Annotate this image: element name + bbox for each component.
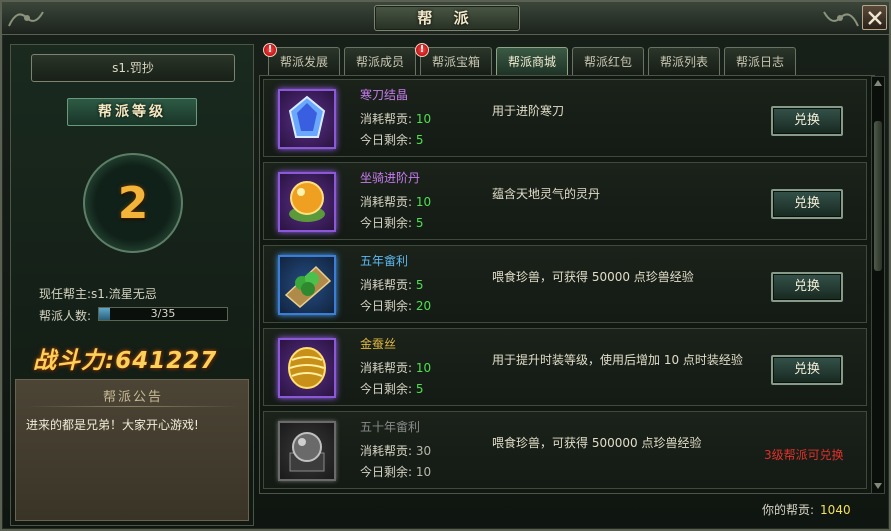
exchange-button[interactable]: 兑换 bbox=[771, 355, 843, 385]
item-remaining: 今日剩余: 20 bbox=[360, 299, 432, 313]
corner-ornament-icon bbox=[823, 11, 859, 27]
shop-item: 五年畲利 消耗帮贡: 5 今日剩余: 20 喂食珍兽，可获得 50000 点珍兽… bbox=[263, 245, 867, 323]
item-cost: 消耗帮贡: 30 bbox=[360, 444, 432, 458]
contribution-value: 1040 bbox=[820, 503, 851, 517]
item-description: 用于提升时装等级，使用后增加 10 点时装经验 bbox=[492, 353, 743, 367]
scroll-up-icon[interactable] bbox=[873, 78, 883, 88]
tab-label: 帮派日志 bbox=[735, 55, 784, 69]
tab-label: 帮派列表 bbox=[659, 55, 708, 69]
alert-icon: ! bbox=[263, 43, 277, 57]
announcement-text: 进来的都是兄弟！大家开心游戏! bbox=[26, 418, 199, 432]
close-button[interactable] bbox=[862, 5, 887, 30]
guild-level-number: 2 bbox=[117, 177, 149, 229]
contribution-label: 你的帮贡: bbox=[762, 503, 815, 517]
leader-row: 现任帮主:s1.流星无忌 bbox=[39, 285, 157, 302]
guild-window: 帮 派 s1.罚抄 帮派等级 2 现任帮主:s1.流星无忌 帮派人数: 3/35… bbox=[0, 0, 891, 531]
item-remaining: 今日剩余: 5 bbox=[360, 133, 424, 147]
window-title: 帮 派 bbox=[417, 9, 477, 27]
title-bar: 帮 派 bbox=[2, 2, 889, 35]
guild-info-panel: s1.罚抄 帮派等级 2 现任帮主:s1.流星无忌 帮派人数: 3/35 战斗力… bbox=[10, 44, 254, 526]
tab-label: 帮派成员 bbox=[355, 55, 404, 69]
tab-log[interactable]: 帮派日志 bbox=[724, 47, 796, 75]
item-remaining: 今日剩余: 5 bbox=[360, 216, 424, 230]
item-cost: 消耗帮贡: 10 bbox=[360, 112, 432, 126]
item-description: 蕴含天地灵气的灵丹 bbox=[492, 187, 601, 201]
item-description: 喂食珍兽，可获得 50000 点珍兽经验 bbox=[492, 270, 694, 284]
exchange-button[interactable]: 兑换 bbox=[771, 106, 843, 136]
item-description: 喂食珍兽，可获得 500000 点珍兽经验 bbox=[492, 436, 702, 450]
item-name: 金蚕丝 bbox=[360, 337, 397, 351]
scrollbar[interactable] bbox=[871, 76, 885, 494]
exchange-button[interactable]: 兑换 bbox=[771, 272, 843, 302]
tab-shop[interactable]: 帮派商城 bbox=[496, 47, 568, 75]
item-cost: 消耗帮贡: 10 bbox=[360, 361, 432, 375]
leader-label: 现任帮主: bbox=[39, 287, 92, 301]
item-remaining: 今日剩余: 10 bbox=[360, 465, 432, 479]
fruit-icon bbox=[278, 255, 336, 315]
item-name: 寒刀结晶 bbox=[360, 88, 409, 102]
guild-level-banner: 帮派等级 bbox=[67, 98, 197, 126]
shop-item: 坐骑进阶丹 消耗帮贡: 10 今日剩余: 5 蕴含天地灵气的灵丹 兑换 bbox=[263, 162, 867, 240]
pill-icon bbox=[278, 172, 336, 232]
tab-development[interactable]: ! 帮派发展 bbox=[263, 43, 340, 75]
tab-guild-list[interactable]: 帮派列表 bbox=[648, 47, 720, 75]
item-remaining: 今日剩余: 5 bbox=[360, 382, 424, 396]
announcement-panel: 帮派公告 进来的都是兄弟！大家开心游戏! bbox=[15, 379, 249, 521]
scroll-thumb[interactable] bbox=[874, 121, 882, 271]
member-count-bar: 3/35 bbox=[98, 307, 228, 321]
close-icon bbox=[867, 10, 882, 25]
tab-label: 帮派红包 bbox=[583, 55, 632, 69]
shop-item: 五十年畲利 消耗帮贡: 30 今日剩余: 10 喂食珍兽，可获得 500000 … bbox=[263, 411, 867, 489]
tab-red-packet[interactable]: 帮派红包 bbox=[572, 47, 644, 75]
member-count-text: 3/35 bbox=[150, 307, 176, 320]
item-cost: 消耗帮贡: 10 bbox=[360, 195, 432, 209]
orb-icon bbox=[278, 421, 336, 481]
tab-label: 帮派商城 bbox=[507, 55, 556, 69]
tab-label: 帮派发展 bbox=[279, 55, 328, 69]
item-description: 用于进阶寒刀 bbox=[492, 104, 565, 118]
combat-power: 战斗力:641227 bbox=[33, 348, 218, 374]
tab-members[interactable]: 帮派成员 bbox=[344, 47, 416, 75]
tab-label: 帮派宝箱 bbox=[431, 55, 480, 69]
shop-item: 寒刀结晶 消耗帮贡: 10 今日剩余: 5 用于进阶寒刀 兑换 bbox=[263, 79, 867, 157]
item-name: 五年畲利 bbox=[360, 254, 409, 268]
shop-list: 寒刀结晶 消耗帮贡: 10 今日剩余: 5 用于进阶寒刀 兑换 坐骑进阶丹 消耗… bbox=[259, 75, 875, 494]
alert-icon: ! bbox=[415, 43, 429, 57]
guild-name: s1.罚抄 bbox=[31, 54, 235, 82]
shop-item: 金蚕丝 消耗帮贡: 10 今日剩余: 5 用于提升时装等级，使用后增加 10 点… bbox=[263, 328, 867, 406]
scroll-down-icon[interactable] bbox=[873, 481, 883, 491]
contribution-display: 你的帮贡: 1040 bbox=[762, 501, 851, 518]
crystal-icon bbox=[278, 89, 336, 149]
exchange-button[interactable]: 兑换 bbox=[771, 189, 843, 219]
announcement-divider bbox=[26, 406, 238, 407]
item-cost: 消耗帮贡: 5 bbox=[360, 278, 424, 292]
members-label: 帮派人数: bbox=[39, 309, 92, 323]
guild-level-badge: 2 bbox=[83, 153, 183, 253]
tab-treasure-chest[interactable]: ! 帮派宝箱 bbox=[415, 43, 492, 75]
announcement-title: 帮派公告 bbox=[102, 390, 163, 405]
silk-icon bbox=[278, 338, 336, 398]
tab-bar: ! 帮派发展 帮派成员 ! 帮派宝箱 帮派商城 帮派红包 帮派列表 帮派日志 bbox=[263, 43, 808, 75]
leader-name: s1.流星无忌 bbox=[91, 287, 157, 301]
item-name: 坐骑进阶丹 bbox=[360, 171, 421, 185]
item-name: 五十年畲利 bbox=[360, 420, 421, 434]
requirement-text: 3级帮派可兑换 bbox=[764, 448, 844, 462]
corner-ornament-icon bbox=[8, 11, 44, 27]
